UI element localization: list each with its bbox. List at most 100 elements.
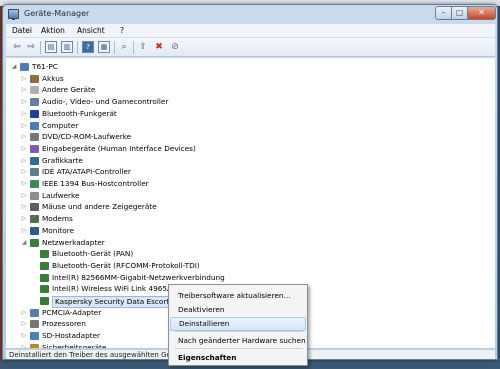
expand-arrow-icon[interactable]: ▷ (20, 166, 28, 178)
tree-item-label: Bluetooth-Gerät (RFCOMM-Protokoll-TDI) (52, 260, 200, 270)
device-icon (30, 332, 39, 341)
device-icon (40, 273, 49, 282)
context-menu-item[interactable]: Eigenschaften (170, 351, 306, 365)
device-icon (30, 180, 39, 188)
scan-hardware-icon[interactable]: ⌕ (118, 41, 130, 53)
toolbar-separator (77, 41, 78, 54)
tree-item-label: Computer (42, 120, 79, 130)
disable-icon[interactable]: ⊘ (169, 41, 181, 53)
device-icon (40, 297, 49, 305)
tree-item-label: IEEE 1394 Bus-Hostcontroller (42, 179, 149, 188)
expand-arrow-icon[interactable]: ▷ (20, 131, 28, 143)
device-icon (20, 63, 29, 71)
tree-item-label: T61-PC (32, 62, 58, 71)
device-icon (30, 121, 39, 130)
device-manager-app-icon (8, 9, 19, 20)
device-icon (30, 320, 39, 329)
context-menu: Treibersoftware aktualisieren... Deaktivi… (168, 284, 308, 366)
device-icon (30, 343, 39, 348)
expand-arrow-icon[interactable]: ▷ (20, 143, 28, 155)
expand-arrow-icon[interactable]: ▷ (20, 120, 28, 132)
menu-ansicht[interactable]: Ansicht (77, 26, 105, 35)
expand-arrow-icon[interactable]: ▷ (20, 213, 28, 225)
device-icon (30, 168, 39, 177)
device-icon (30, 98, 39, 107)
device-icon (30, 203, 39, 212)
device-icon (30, 133, 39, 142)
expand-arrow-icon[interactable]: ▷ (20, 307, 28, 319)
context-menu-separator (175, 331, 303, 332)
tree-item-label: Audio-, Video- und Gamecontroller (42, 97, 169, 107)
expand-arrow-icon[interactable]: ▷ (20, 73, 28, 85)
device-icon (30, 226, 39, 235)
tree-item-label: Intel(R) 82566MM-Gigabit-Netzwerkverbind… (52, 272, 225, 282)
expand-arrow-icon[interactable]: ▷ (20, 201, 28, 213)
tree-item-label: Netzwerkadapter (42, 237, 105, 247)
uninstall-icon[interactable]: ✖ (153, 41, 165, 53)
toolbar-separator (40, 41, 41, 54)
context-menu-item[interactable]: Deinstallieren (170, 317, 306, 331)
toolbar-separator (114, 41, 115, 54)
expand-arrow-icon[interactable]: ▷ (20, 225, 28, 237)
help-icon[interactable]: ? (82, 41, 94, 53)
expand-arrow-icon[interactable]: ▷ (20, 155, 28, 167)
tree-item-label: Bluetooth-Funkgerät (42, 108, 117, 118)
tree-item-label: Intel(R) Wireless WiFi Link 4965AG (52, 284, 178, 294)
properties-icon[interactable]: ▥ (61, 41, 73, 53)
device-icon (30, 74, 39, 83)
title-bar[interactable]: Geräte-Manager – ▢ ✕ (3, 5, 497, 24)
back-arrow-icon[interactable]: ⇦ (11, 41, 23, 53)
menu-datei[interactable]: Datei (12, 26, 32, 35)
device-icon (40, 250, 49, 259)
toolbar-separator (133, 41, 134, 54)
update-driver-icon[interactable]: ⇪ (137, 41, 149, 53)
menu-help[interactable]: ? (120, 26, 124, 35)
maximize-button[interactable]: ▢ (451, 6, 468, 20)
tree-item-label: Prozessoren (42, 319, 86, 329)
device-icon (30, 156, 39, 165)
collapse-arrow-icon[interactable]: ◢ (10, 61, 18, 73)
close-button[interactable]: ✕ (467, 6, 496, 20)
device-icon (30, 144, 39, 153)
menu-aktion[interactable]: Aktion (41, 26, 65, 35)
forward-arrow-icon[interactable]: ⇨ (25, 41, 37, 53)
tree-item-label: Andere Geräte (42, 85, 96, 95)
device-icon (30, 86, 39, 95)
tree-item-label: DVD/CD-ROM-Laufwerke (42, 132, 132, 142)
view-icon[interactable]: ▦ (98, 41, 110, 53)
tree-item-label: Mäuse und andere Zeigegeräte (42, 202, 157, 212)
tree-item-label: Modems (42, 214, 73, 224)
expand-arrow-icon[interactable]: ▷ (20, 178, 28, 190)
expand-arrow-icon[interactable]: ▷ (20, 96, 28, 108)
tree-item-label: IDE ATA/ATAPI-Controller (42, 167, 131, 177)
device-icon (40, 261, 49, 270)
expand-arrow-icon[interactable]: ▷ (20, 318, 28, 330)
expand-arrow-icon[interactable]: ▷ (20, 84, 28, 96)
tree-item-label: Sicherheitsgeräte (42, 342, 107, 348)
tree-item-label: Grafikkarte (42, 155, 83, 165)
tree-item-label: Laufwerke (42, 190, 80, 200)
device-icon (40, 285, 49, 294)
device-icon (30, 215, 39, 224)
minimize-button[interactable]: – (435, 6, 452, 20)
tree-item-label: SD-Hostadapter (42, 331, 101, 341)
context-menu-item[interactable]: Treibersoftware aktualisieren... (170, 289, 306, 303)
expand-arrow-icon[interactable]: ▷ (20, 342, 28, 348)
status-text: Deinstalliert den Treiber des ausgewählt… (9, 351, 178, 359)
device-icon (30, 308, 39, 317)
menu-bar: Datei Aktion Ansicht ? (6, 24, 495, 38)
tree-item-label: Eingabegeräte (Human Interface Devices) (42, 143, 196, 153)
window-title: Geräte-Manager (24, 9, 90, 18)
context-menu-item[interactable]: Nach geänderter Hardware suchen (170, 334, 306, 348)
device-icon (30, 191, 39, 200)
expand-arrow-icon[interactable]: ▷ (20, 330, 28, 342)
tree-item-label: Bluetooth-Gerät (PAN) (52, 249, 134, 259)
expand-arrow-icon[interactable]: ▷ (20, 190, 28, 202)
expand-arrow-icon[interactable]: ▷ (20, 108, 28, 120)
collapse-arrow-icon[interactable]: ◢ (20, 237, 28, 249)
context-menu-separator (175, 348, 303, 349)
tree-item-label: Akkus (42, 73, 64, 83)
context-menu-item[interactable]: Deaktivieren (170, 303, 306, 317)
device-icon (30, 238, 39, 247)
console-tree-icon[interactable]: ▤ (45, 41, 57, 53)
